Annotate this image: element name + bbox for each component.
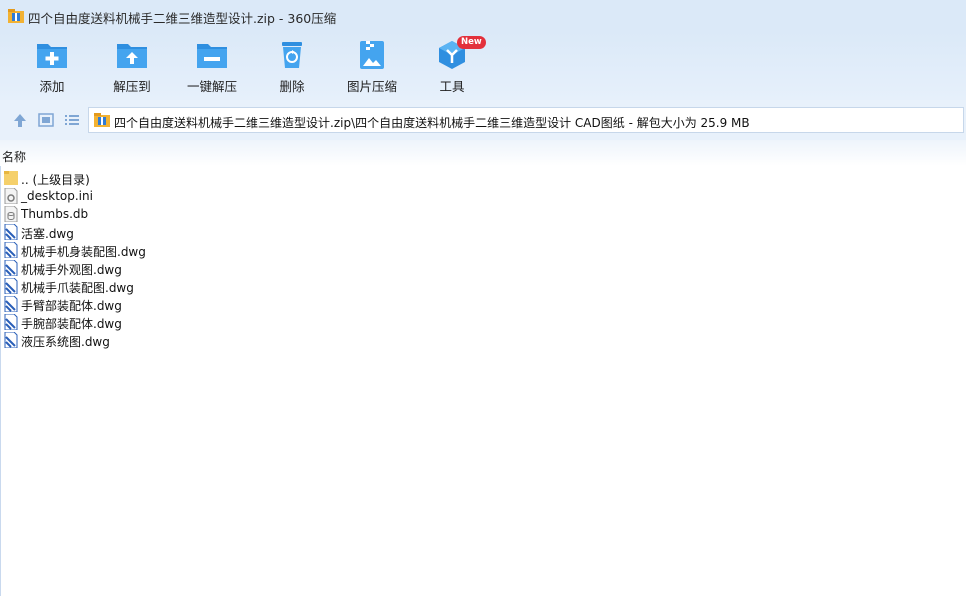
list-item-name: 活塞.dwg [21, 227, 74, 241]
tools-button[interactable]: New 工具 [412, 36, 492, 98]
address-bar[interactable]: 四个自由度送料机械手二维三维造型设计.zip\四个自由度送料机械手二维三维造型设… [88, 107, 964, 133]
folder-icon [4, 171, 18, 185]
one-click-extract-label: 一键解压 [186, 79, 237, 94]
dwg-file-icon [4, 296, 18, 312]
extract-to-label: 解压到 [113, 79, 151, 94]
image-compress-button[interactable]: 图片压缩 [332, 36, 412, 98]
database-file-icon [4, 206, 18, 222]
list-item-name: 液压系统图.dwg [21, 335, 110, 349]
recycle-bin-icon [282, 42, 302, 68]
dwg-file-icon [4, 332, 18, 348]
one-click-extract-icon [197, 44, 227, 68]
main-toolbar: 添加 解压到 一键解压 删除 图片压缩 New 工具 [0, 32, 966, 100]
detail-view-icon[interactable] [37, 112, 55, 128]
dwg-file-icon [4, 242, 18, 258]
delete-button[interactable]: 删除 [252, 36, 332, 98]
add-button[interactable]: 添加 [12, 36, 92, 98]
tools-label: 工具 [439, 79, 465, 94]
add-folder-icon [37, 44, 67, 68]
list-item-name: 机械手机身装配图.dwg [21, 245, 146, 259]
list-item[interactable]: _desktop.ini [0, 187, 966, 205]
dwg-file-icon [4, 260, 18, 276]
list-item-name: .. (上级目录) [21, 173, 90, 187]
add-label: 添加 [39, 79, 65, 94]
list-item[interactable]: 机械手爪装配图.dwg [0, 277, 966, 295]
image-compress-label: 图片压缩 [346, 79, 397, 94]
dwg-file-icon [4, 224, 18, 240]
list-item[interactable]: 机械手机身装配图.dwg [0, 241, 966, 259]
list-item-name: 手腕部装配体.dwg [21, 317, 122, 331]
list-item-name: _desktop.ini [21, 189, 93, 203]
extract-to-button[interactable]: 解压到 [92, 36, 172, 98]
title-bar: 四个自由度送料机械手二维三维造型设计.zip - 360压缩 [0, 0, 966, 32]
extract-to-icon [117, 44, 147, 68]
list-item[interactable]: 活塞.dwg [0, 223, 966, 241]
list-item[interactable]: 机械手外观图.dwg [0, 259, 966, 277]
window-title: 四个自由度送料机械手二维三维造型设计.zip - 360压缩 [28, 11, 337, 26]
list-item[interactable]: 液压系统图.dwg [0, 331, 966, 349]
list-item-parent-folder[interactable]: .. (上级目录) [0, 169, 966, 187]
column-name-header[interactable]: 名称 [2, 148, 26, 165]
one-click-extract-button[interactable]: 一键解压 [172, 36, 252, 98]
archive-icon [94, 113, 110, 127]
list-item-name: Thumbs.db [21, 207, 89, 221]
list-item-name: 机械手外观图.dwg [21, 263, 122, 277]
list-item-name: 机械手爪装配图.dwg [21, 281, 134, 295]
archive-app-icon [8, 9, 24, 23]
dwg-file-icon [4, 278, 18, 294]
image-compress-icon [360, 41, 384, 69]
dwg-file-icon [4, 314, 18, 330]
list-item[interactable]: Thumbs.db [0, 205, 966, 223]
list-item[interactable]: 手腕部装配体.dwg [0, 313, 966, 331]
list-view-icon[interactable] [63, 112, 81, 128]
file-list: .. (上级目录) _desktop.ini Thumbs.db 活塞.dwg … [0, 169, 966, 349]
list-column-header: 名称 [0, 140, 966, 166]
up-arrow-icon[interactable] [11, 112, 29, 128]
address-path: 四个自由度送料机械手二维三维造型设计.zip\四个自由度送料机械手二维三维造型设… [114, 116, 750, 130]
list-item-name: 手臂部装配体.dwg [21, 299, 122, 313]
settings-file-icon [4, 188, 18, 204]
new-badge: New [457, 36, 486, 49]
list-item[interactable]: 手臂部装配体.dwg [0, 295, 966, 313]
delete-label: 删除 [279, 79, 305, 94]
